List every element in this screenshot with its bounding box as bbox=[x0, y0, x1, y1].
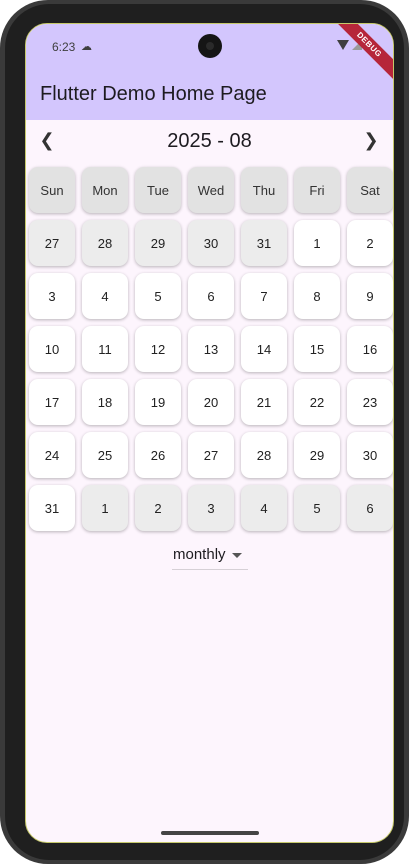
day-cell[interactable]: 7 bbox=[241, 273, 287, 319]
day-cell[interactable]: 4 bbox=[82, 273, 128, 319]
weekday-header: Sun bbox=[29, 167, 75, 213]
view-mode-value: monthly bbox=[173, 546, 226, 563]
day-cell[interactable]: 10 bbox=[29, 326, 75, 372]
day-cell[interactable]: 8 bbox=[294, 273, 340, 319]
day-cell-other-month[interactable]: 1 bbox=[82, 485, 128, 531]
day-cell-other-month[interactable]: 29 bbox=[135, 220, 181, 266]
day-cell[interactable]: 22 bbox=[294, 379, 340, 425]
day-cell-other-month[interactable]: 28 bbox=[82, 220, 128, 266]
wifi-icon bbox=[337, 39, 349, 50]
app-bar: 6:23 ☁ DEBUG Flutter Demo Home Page bbox=[26, 24, 393, 120]
day-cell[interactable]: 27 bbox=[188, 432, 234, 478]
weekday-header: Sat bbox=[347, 167, 393, 213]
day-cell-other-month[interactable]: 31 bbox=[241, 220, 287, 266]
day-cell[interactable]: 28 bbox=[241, 432, 287, 478]
phone-bezel: 6:23 ☁ DEBUG Flutter Demo Home Page ❮ 20… bbox=[5, 4, 404, 860]
day-cell[interactable]: 19 bbox=[135, 379, 181, 425]
day-cell-other-month[interactable]: 6 bbox=[347, 485, 393, 531]
day-cell[interactable]: 18 bbox=[82, 379, 128, 425]
weekday-header: Mon bbox=[82, 167, 128, 213]
day-cell-other-month[interactable]: 30 bbox=[188, 220, 234, 266]
calendar-grid: Sun Mon Tue Wed Thu Fri Sat 27 28 29 30 31 1 2 3 4 5 6 7 8 9… bbox=[29, 167, 393, 531]
day-cell[interactable]: 29 bbox=[294, 432, 340, 478]
day-cell[interactable]: 15 bbox=[294, 326, 340, 372]
day-cell[interactable]: 26 bbox=[135, 432, 181, 478]
day-cell-other-month[interactable]: 27 bbox=[29, 220, 75, 266]
weekday-header: Wed bbox=[188, 167, 234, 213]
phone-frame: 6:23 ☁ DEBUG Flutter Demo Home Page ❮ 20… bbox=[0, 0, 409, 864]
day-cell-other-month[interactable]: 2 bbox=[135, 485, 181, 531]
day-cell[interactable]: 5 bbox=[135, 273, 181, 319]
day-cell[interactable]: 23 bbox=[347, 379, 393, 425]
camera-cutout bbox=[198, 34, 222, 58]
day-cell[interactable]: 13 bbox=[188, 326, 234, 372]
day-cell[interactable]: 9 bbox=[347, 273, 393, 319]
view-mode-dropdown[interactable]: monthly bbox=[172, 544, 248, 570]
day-cell-other-month[interactable]: 3 bbox=[188, 485, 234, 531]
day-cell-other-month[interactable]: 4 bbox=[241, 485, 287, 531]
day-cell[interactable]: 6 bbox=[188, 273, 234, 319]
status-bar: 6:23 ☁ bbox=[26, 24, 393, 68]
month-navigation: ❮ 2025 - 08 ❯ bbox=[26, 126, 393, 156]
day-cell[interactable]: 2 bbox=[347, 220, 393, 266]
day-cell[interactable]: 24 bbox=[29, 432, 75, 478]
day-cell[interactable]: 31 bbox=[29, 485, 75, 531]
day-cell[interactable]: 16 bbox=[347, 326, 393, 372]
day-cell[interactable]: 3 bbox=[29, 273, 75, 319]
status-time: 6:23 bbox=[52, 40, 76, 54]
weekday-header: Thu bbox=[241, 167, 287, 213]
weekday-header: Fri bbox=[294, 167, 340, 213]
month-label: 2025 - 08 bbox=[167, 130, 252, 152]
day-cell[interactable]: 14 bbox=[241, 326, 287, 372]
home-indicator[interactable] bbox=[161, 831, 259, 835]
day-cell[interactable]: 21 bbox=[241, 379, 287, 425]
day-cell[interactable]: 11 bbox=[82, 326, 128, 372]
cloud-icon: ☁ bbox=[81, 41, 92, 53]
day-cell[interactable]: 20 bbox=[188, 379, 234, 425]
dropdown-arrow-icon bbox=[232, 553, 242, 558]
screen: 6:23 ☁ DEBUG Flutter Demo Home Page ❮ 20… bbox=[25, 23, 394, 843]
page-title: Flutter Demo Home Page bbox=[40, 83, 267, 105]
day-cell[interactable]: 17 bbox=[29, 379, 75, 425]
day-cell[interactable]: 25 bbox=[82, 432, 128, 478]
day-cell[interactable]: 1 bbox=[294, 220, 340, 266]
chevron-right-icon[interactable]: ❯ bbox=[361, 130, 381, 151]
day-cell-other-month[interactable]: 5 bbox=[294, 485, 340, 531]
day-cell[interactable]: 30 bbox=[347, 432, 393, 478]
weekday-header: Tue bbox=[135, 167, 181, 213]
day-cell[interactable]: 12 bbox=[135, 326, 181, 372]
